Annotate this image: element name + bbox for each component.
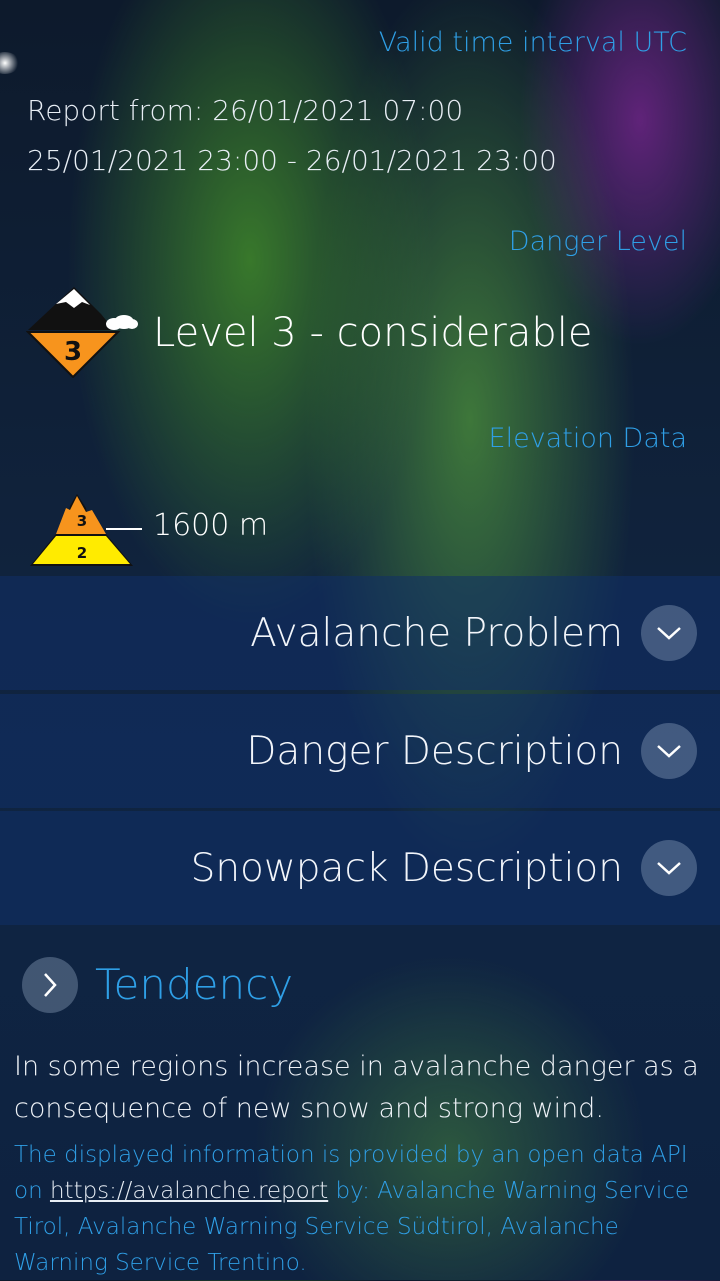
tendency-title[interactable]: Tendency bbox=[95, 960, 293, 1009]
attribution-text: The displayed information is provided by… bbox=[14, 1137, 714, 1281]
elevation-value: 1600 m bbox=[153, 508, 269, 543]
report-from: Report from: 26/01/2021 07:00 bbox=[27, 94, 464, 127]
glow-decoration bbox=[0, 52, 20, 74]
avalanche-report-link[interactable]: https://avalanche.report bbox=[50, 1178, 328, 1204]
danger-level-3-icon: 3 bbox=[25, 286, 138, 379]
valid-interval: 25/01/2021 23:00 - 26/01/2021 23:00 bbox=[27, 144, 557, 177]
section-label: Snowpack Description bbox=[190, 845, 623, 891]
section-label: Danger Description bbox=[246, 728, 623, 774]
tendency-toggle[interactable] bbox=[22, 957, 78, 1013]
danger-description-section[interactable]: Danger Description bbox=[0, 694, 720, 808]
elevation-lower-level: 2 bbox=[77, 544, 87, 562]
elevation-data-label: Elevation Data bbox=[488, 423, 687, 454]
chevron-down-icon[interactable] bbox=[641, 723, 697, 779]
chevron-down-icon[interactable] bbox=[641, 605, 697, 661]
chevron-down-icon[interactable] bbox=[641, 840, 697, 896]
tendency-text: In some regions increase in avalanche da… bbox=[14, 1051, 699, 1124]
snowpack-description-section[interactable]: Snowpack Description bbox=[0, 811, 720, 925]
chevron-right-icon bbox=[44, 973, 57, 997]
danger-level-text: Level 3 - considerable bbox=[153, 310, 593, 356]
danger-icon-number: 3 bbox=[64, 337, 82, 367]
elevation-upper-level: 3 bbox=[77, 512, 87, 530]
avalanche-problem-section[interactable]: Avalanche Problem bbox=[0, 576, 720, 690]
valid-time-label: Valid time interval UTC bbox=[378, 27, 687, 58]
elevation-icon: 3 2 bbox=[28, 486, 144, 570]
section-label: Avalanche Problem bbox=[250, 610, 623, 656]
danger-level-label: Danger Level bbox=[508, 226, 687, 257]
